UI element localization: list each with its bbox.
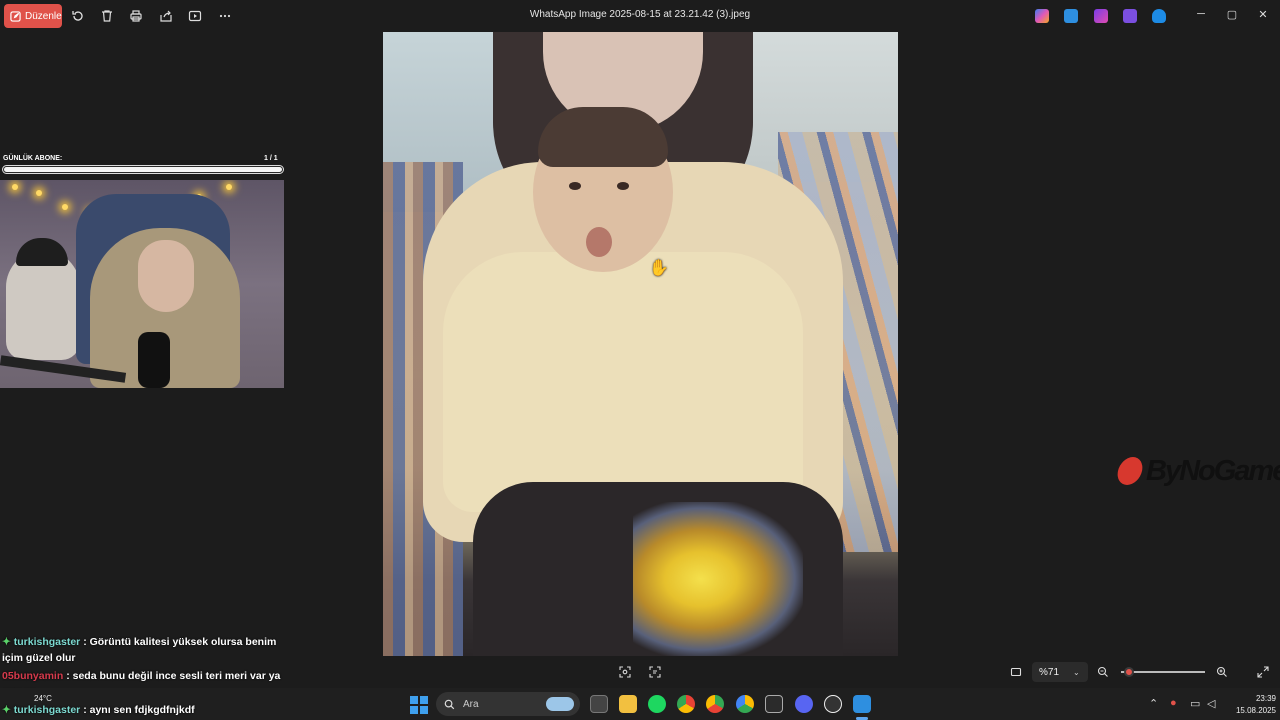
discord-icon[interactable] bbox=[795, 695, 813, 713]
chat-username: turkishgaster bbox=[13, 704, 81, 716]
chat-badge-icon: ✦ bbox=[2, 636, 11, 648]
title-bar: Düzenle WhatsApp Image 2025-08-15 at 23.… bbox=[0, 0, 1280, 32]
volume-icon[interactable]: ◁ bbox=[1207, 697, 1215, 710]
bynogame-logo-icon bbox=[1115, 457, 1145, 485]
delete-icon[interactable] bbox=[98, 7, 116, 25]
subscriber-goal-bar bbox=[2, 165, 284, 174]
hand-cursor-icon: ✋ bbox=[649, 260, 669, 277]
watermark-text: ByNoGame bbox=[1146, 455, 1280, 487]
microphone-icon[interactable]: ● bbox=[1170, 697, 1177, 709]
designer-icon[interactable] bbox=[1123, 9, 1137, 23]
subscriber-goal-count: 1 / 1 bbox=[264, 155, 278, 162]
start-button[interactable] bbox=[410, 696, 428, 714]
search-icon bbox=[444, 699, 455, 709]
maximize-button[interactable]: ▢ bbox=[1223, 8, 1241, 24]
network-icon[interactable]: ▭ bbox=[1190, 697, 1200, 710]
more-icon[interactable] bbox=[216, 7, 234, 25]
clock-date: 15.08.2025 bbox=[1235, 706, 1276, 715]
zoom-value: %71 bbox=[1039, 666, 1060, 678]
search-placeholder: Ara bbox=[463, 698, 479, 710]
print-icon[interactable] bbox=[127, 7, 145, 25]
copilot-icon[interactable] bbox=[1035, 9, 1049, 23]
webcam-feed bbox=[0, 180, 284, 388]
close-button[interactable]: ✕ bbox=[1254, 8, 1272, 24]
photo-editor-icon[interactable] bbox=[1064, 9, 1078, 23]
onedrive-icon[interactable] bbox=[1152, 9, 1166, 23]
file-explorer-icon[interactable] bbox=[619, 695, 637, 713]
steam-icon[interactable] bbox=[765, 695, 783, 713]
rotate-icon[interactable] bbox=[69, 7, 87, 25]
photo-image[interactable]: ✋ bbox=[383, 32, 898, 656]
visual-search-icon[interactable] bbox=[617, 664, 633, 680]
chevron-down-icon: ⌄ bbox=[1073, 667, 1080, 677]
chat-message: ✦ turkishgaster : Görüntü kalitesi yükse… bbox=[2, 634, 292, 666]
clock-time: 23:39 bbox=[1255, 694, 1276, 703]
chevron-up-icon[interactable]: ⌃ bbox=[1149, 697, 1158, 710]
chat-message: ✦ turkishgaster : aynı sen fdjkgdfnjkdf bbox=[2, 702, 292, 718]
chat-username: turkishgaster bbox=[13, 636, 81, 648]
zoom-select[interactable]: %71 ⌄ bbox=[1032, 662, 1088, 682]
chat-username: 05bunyamin bbox=[2, 670, 64, 682]
chrome-canary-icon[interactable] bbox=[736, 695, 754, 713]
subscriber-goal-label: GÜNLÜK ABONE: bbox=[3, 155, 63, 162]
task-view-icon[interactable] bbox=[590, 695, 608, 713]
search-highlight-icon bbox=[546, 697, 574, 711]
taskbar-search[interactable]: Ara bbox=[436, 692, 580, 716]
chrome-icon[interactable] bbox=[677, 695, 695, 713]
zoom-slider-thumb[interactable] bbox=[1124, 667, 1135, 677]
taskbar-clock[interactable]: 23:39 15.08.2025 bbox=[1222, 693, 1276, 717]
spotify-icon[interactable] bbox=[648, 695, 666, 713]
edit-icon bbox=[10, 10, 21, 22]
zoom-out-icon[interactable] bbox=[1095, 664, 1111, 680]
text-scan-icon[interactable] bbox=[647, 664, 663, 680]
chat-badge-icon: ✦ bbox=[2, 704, 11, 716]
minimize-button[interactable]: ─ bbox=[1192, 8, 1210, 24]
edit-button[interactable]: Düzenle bbox=[4, 4, 62, 28]
full-screen-icon[interactable] bbox=[1255, 664, 1271, 680]
fit-to-window-icon[interactable] bbox=[1008, 664, 1024, 680]
slideshow-icon[interactable] bbox=[186, 7, 204, 25]
subscriber-goal-fill bbox=[4, 167, 282, 172]
clipchamp-icon[interactable] bbox=[1094, 9, 1108, 23]
obs-icon[interactable] bbox=[824, 695, 842, 713]
zoom-in-icon[interactable] bbox=[1214, 664, 1230, 680]
photos-app-icon[interactable] bbox=[853, 695, 871, 713]
chrome-profile-icon[interactable] bbox=[706, 695, 724, 713]
edit-button-label: Düzenle bbox=[25, 10, 62, 22]
chat-text: : aynı sen fdjkgdfnjkdf bbox=[83, 704, 195, 716]
share-icon[interactable] bbox=[157, 7, 175, 25]
